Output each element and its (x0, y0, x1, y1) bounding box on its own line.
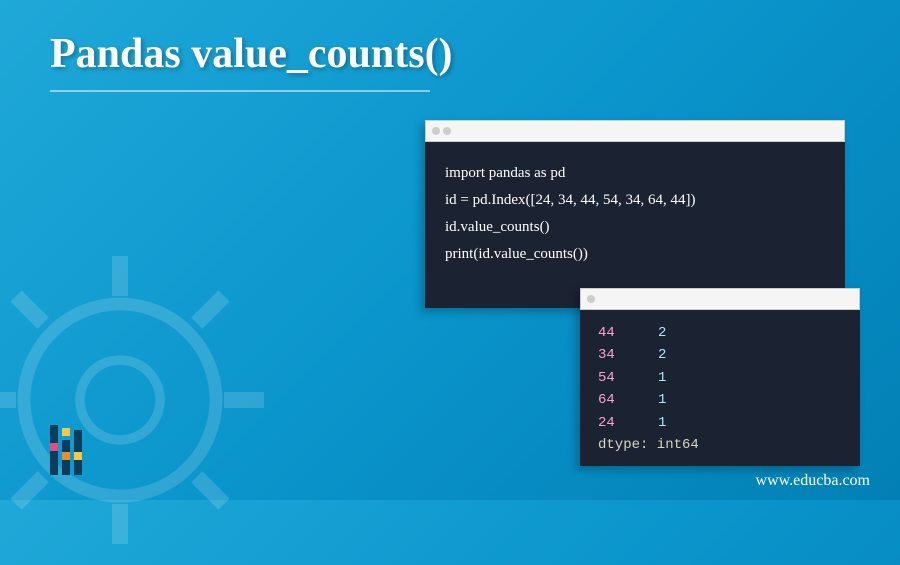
window-titlebar (580, 288, 860, 310)
code-line: print(id.value_counts()) (445, 241, 825, 268)
window-control-icon (432, 127, 440, 135)
background-gear-pattern (0, 240, 280, 560)
output-dtype: dtype: int64 (598, 434, 842, 456)
output-row: 241 (598, 412, 842, 434)
code-line: id = pd.Index([24, 34, 44, 54, 34, 64, 4… (445, 187, 825, 214)
logo-bar-icon (62, 440, 70, 475)
logo-dot-icon (74, 452, 82, 460)
code-body: import pandas as pd id = pd.Index([24, 3… (425, 142, 845, 308)
logo-bar-icon (74, 430, 82, 475)
code-window-output: 442 342 541 641 241 dtype: int64 (580, 288, 860, 466)
gear-icon (0, 240, 280, 560)
page-title: Pandas value_counts() (50, 30, 453, 78)
output-row: 442 (598, 322, 842, 344)
logo-dot-icon (62, 428, 70, 436)
code-line: id.value_counts() (445, 214, 825, 241)
window-control-icon (587, 295, 595, 303)
logo-bar-icon (50, 425, 58, 475)
window-control-icon (443, 127, 451, 135)
output-row: 342 (598, 344, 842, 366)
website-url: www.educba.com (756, 472, 870, 490)
logo-dot-icon (50, 443, 58, 451)
code-line: import pandas as pd (445, 160, 825, 187)
output-row: 641 (598, 389, 842, 411)
window-titlebar (425, 120, 845, 142)
title-divider (50, 90, 430, 92)
output-row: 541 (598, 367, 842, 389)
logo-dot-icon (62, 452, 70, 460)
code-window-source: import pandas as pd id = pd.Index([24, 3… (425, 120, 845, 308)
brand-logo (50, 425, 82, 475)
output-body: 442 342 541 641 241 dtype: int64 (580, 310, 860, 466)
